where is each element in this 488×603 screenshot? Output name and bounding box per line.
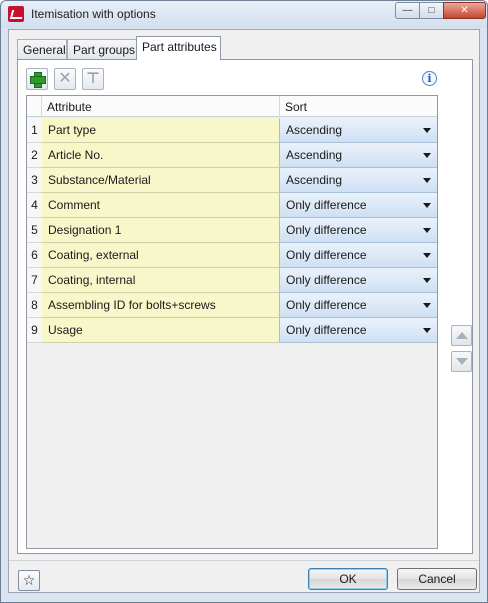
sort-value: Ascending	[286, 173, 343, 187]
sort-dropdown[interactable]: Only difference	[280, 243, 437, 268]
sort-dropdown[interactable]: Only difference	[280, 318, 437, 343]
sort-dropdown[interactable]: Only difference	[280, 268, 437, 293]
t-tool-icon: ⊤	[86, 70, 100, 87]
table-row[interactable]: 7 Coating, internal Only difference	[27, 268, 437, 293]
chevron-down-icon[interactable]	[423, 203, 431, 208]
arrow-up-icon	[456, 332, 468, 339]
sort-value: Only difference	[286, 248, 367, 262]
plus-icon	[30, 72, 46, 88]
dialog-window: Itemisation with options — □ ✕ General P…	[0, 0, 488, 603]
sort-dropdown[interactable]: Ascending	[280, 118, 437, 143]
minimize-button[interactable]: —	[395, 2, 420, 19]
move-up-button[interactable]	[451, 325, 472, 346]
chevron-down-icon[interactable]	[423, 228, 431, 233]
star-icon: ☆	[22, 572, 36, 588]
footer-divider	[9, 560, 479, 561]
tab-general[interactable]: General	[17, 39, 67, 59]
attribute-cell[interactable]: Usage	[42, 318, 280, 343]
part-attributes-panel: ✕ ⊤ i Attribute Sort 1 Part type Ascendi…	[17, 59, 473, 554]
attributes-grid: Attribute Sort 1 Part type Ascending 2 A…	[26, 95, 438, 549]
table-row[interactable]: 9 Usage Only difference	[27, 318, 437, 343]
sort-value: Ascending	[286, 123, 343, 137]
favorite-button[interactable]: ☆	[18, 570, 40, 591]
sort-value: Only difference	[286, 198, 367, 212]
row-number: 4	[27, 193, 42, 218]
sort-value: Only difference	[286, 323, 367, 337]
row-number: 7	[27, 268, 42, 293]
tool-button[interactable]: ⊤	[82, 68, 104, 90]
row-number: 8	[27, 293, 42, 318]
sort-value: Only difference	[286, 223, 367, 237]
dialog-client: General Part groups Part attributes ✕ ⊤ …	[8, 29, 480, 593]
attribute-cell[interactable]: Article No.	[42, 143, 280, 168]
arrow-down-icon	[456, 358, 468, 365]
ok-button[interactable]: OK	[308, 568, 388, 590]
header-sort[interactable]: Sort	[280, 96, 436, 117]
grid-header: Attribute Sort	[27, 96, 437, 117]
chevron-down-icon[interactable]	[423, 253, 431, 258]
attribute-cell[interactable]: Coating, internal	[42, 268, 280, 293]
delete-attribute-button[interactable]: ✕	[54, 68, 76, 90]
tab-part-attributes[interactable]: Part attributes	[136, 36, 221, 60]
app-logo-icon	[8, 6, 24, 22]
move-down-button[interactable]	[451, 351, 472, 372]
chevron-down-icon[interactable]	[423, 153, 431, 158]
table-row[interactable]: 1 Part type Ascending	[27, 118, 437, 143]
maximize-button[interactable]: □	[419, 2, 444, 19]
window-title: Itemisation with options	[31, 7, 156, 21]
sort-dropdown[interactable]: Only difference	[280, 193, 437, 218]
table-row[interactable]: 6 Coating, external Only difference	[27, 243, 437, 268]
row-number: 3	[27, 168, 42, 193]
attribute-cell[interactable]: Coating, external	[42, 243, 280, 268]
sort-dropdown[interactable]: Only difference	[280, 293, 437, 318]
chevron-down-icon[interactable]	[423, 278, 431, 283]
row-number: 1	[27, 118, 42, 143]
row-number: 2	[27, 143, 42, 168]
sort-value: Ascending	[286, 148, 343, 162]
header-rownum	[27, 96, 42, 117]
table-row[interactable]: 3 Substance/Material Ascending	[27, 168, 437, 193]
table-row[interactable]: 2 Article No. Ascending	[27, 143, 437, 168]
sort-value: Only difference	[286, 273, 367, 287]
sort-dropdown[interactable]: Only difference	[280, 218, 437, 243]
chevron-down-icon[interactable]	[423, 178, 431, 183]
table-row[interactable]: 8 Assembling ID for bolts+screws Only di…	[27, 293, 437, 318]
row-number: 5	[27, 218, 42, 243]
row-number: 9	[27, 318, 42, 343]
sort-value: Only difference	[286, 298, 367, 312]
attribute-cell[interactable]: Substance/Material	[42, 168, 280, 193]
chevron-down-icon[interactable]	[423, 328, 431, 333]
row-number: 6	[27, 243, 42, 268]
attribute-cell[interactable]: Comment	[42, 193, 280, 218]
sort-dropdown[interactable]: Ascending	[280, 143, 437, 168]
add-attribute-button[interactable]	[26, 68, 48, 90]
table-row[interactable]: 4 Comment Only difference	[27, 193, 437, 218]
header-attribute[interactable]: Attribute	[42, 96, 280, 117]
title-bar[interactable]: Itemisation with options — □ ✕	[1, 1, 487, 28]
attribute-cell[interactable]: Assembling ID for bolts+screws	[42, 293, 280, 318]
tab-part-groups[interactable]: Part groups	[67, 39, 137, 59]
info-icon[interactable]: i	[422, 71, 437, 86]
cancel-button[interactable]: Cancel	[397, 568, 477, 590]
table-row[interactable]: 5 Designation 1 Only difference	[27, 218, 437, 243]
delete-icon: ✕	[58, 70, 72, 87]
chevron-down-icon[interactable]	[423, 128, 431, 133]
chevron-down-icon[interactable]	[423, 303, 431, 308]
attribute-cell[interactable]: Designation 1	[42, 218, 280, 243]
close-button[interactable]: ✕	[443, 2, 486, 19]
attribute-cell[interactable]: Part type	[42, 118, 280, 143]
sort-dropdown[interactable]: Ascending	[280, 168, 437, 193]
